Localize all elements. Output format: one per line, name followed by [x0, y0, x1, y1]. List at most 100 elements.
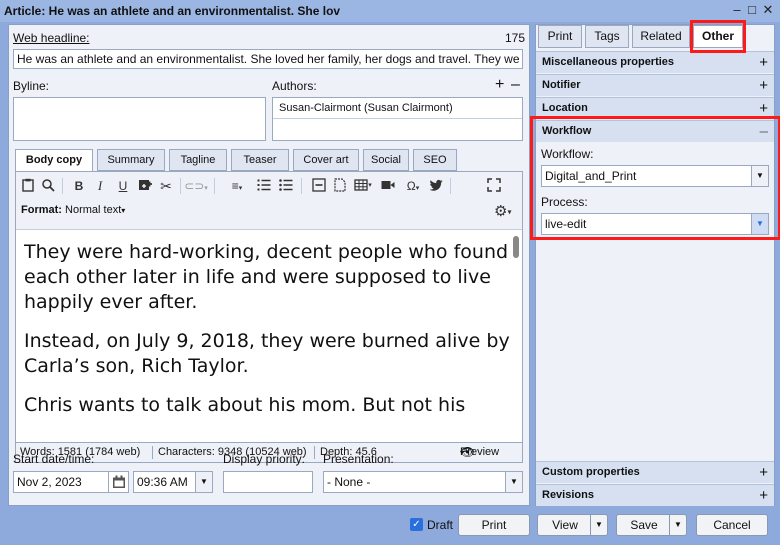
- toolbar-separator: [214, 178, 215, 194]
- special-character-icon[interactable]: Ω▾: [402, 178, 424, 194]
- preview-label: Preview: [460, 446, 500, 458]
- view-dropdown-chevron-icon[interactable]: ▼: [590, 515, 607, 535]
- other-tab-highlight: [690, 20, 746, 53]
- start-date-value: Nov 2, 2023: [17, 475, 82, 489]
- chevron-down-icon: ▼: [505, 472, 522, 492]
- close-icon[interactable]: ✕: [761, 3, 775, 17]
- body-paragraph: Instead, on July 9, 2018, they were burn…: [24, 330, 510, 377]
- workflow-section-highlight: [530, 116, 780, 240]
- expand-icon[interactable]: +: [759, 462, 768, 483]
- section-notifier[interactable]: Notifier +: [536, 74, 774, 96]
- video-icon[interactable]: [380, 178, 396, 194]
- section-miscellaneous-properties[interactable]: Miscellaneous properties +: [536, 51, 774, 73]
- toolbar-separator: [62, 178, 63, 194]
- save-button[interactable]: Save ▼: [616, 514, 687, 536]
- start-time-select[interactable]: 09:36 AM ▼: [133, 471, 213, 493]
- body-copy-content[interactable]: They were hard-working, decent people wh…: [24, 240, 510, 440]
- tab-teaser[interactable]: Teaser: [231, 149, 289, 171]
- tab-related[interactable]: Related: [632, 25, 690, 48]
- authors-label: Authors:: [272, 79, 317, 93]
- cancel-button[interactable]: Cancel: [696, 514, 768, 536]
- properties-panel: Print Tags Related Other Miscellaneous p…: [535, 24, 775, 506]
- bold-icon[interactable]: B: [71, 178, 87, 194]
- status-divider: [152, 446, 153, 459]
- web-headline-input[interactable]: He was an athlete and an environmentalis…: [13, 49, 523, 69]
- section-title: Custom properties: [542, 466, 640, 478]
- expand-icon[interactable]: +: [759, 485, 768, 506]
- format-label: Format:: [21, 204, 62, 216]
- authors-list[interactable]: Susan-Clairmont (Susan Clairmont): [272, 97, 523, 141]
- expand-icon[interactable]: +: [759, 52, 768, 73]
- settings-gear-icon[interactable]: ⚙▾: [494, 202, 511, 220]
- table-dropdown-icon[interactable]: ▾: [352, 178, 374, 194]
- section-title: Miscellaneous properties: [542, 56, 675, 68]
- article-window: Article: He was an athlete and an enviro…: [0, 0, 780, 545]
- tab-print[interactable]: Print: [538, 25, 582, 48]
- page-break-icon[interactable]: [332, 178, 348, 194]
- draft-checkbox[interactable]: ✓: [410, 518, 423, 531]
- tab-cover-art[interactable]: Cover art: [293, 149, 359, 171]
- body-paragraph: Chris wants to talk about his mom. But n…: [24, 394, 466, 416]
- byline-label: Byline:: [13, 79, 50, 93]
- remove-author-icon[interactable]: –: [511, 76, 520, 94]
- expand-icon[interactable]: +: [759, 75, 768, 96]
- title-bar[interactable]: Article: He was an athlete and an enviro…: [0, 0, 780, 22]
- calendar-icon[interactable]: [108, 472, 128, 492]
- horizontal-rule-icon[interactable]: [311, 178, 327, 194]
- presentation-select[interactable]: - None - ▼: [323, 471, 523, 493]
- insert-link-icon[interactable]: [137, 178, 153, 194]
- section-title: Revisions: [542, 489, 594, 501]
- add-author-icon[interactable]: +: [495, 76, 504, 94]
- view-button-label: View: [552, 518, 578, 532]
- tab-tags[interactable]: Tags: [585, 25, 629, 48]
- chevron-down-icon: ▼: [195, 472, 212, 492]
- cut-icon[interactable]: ✂: [158, 178, 174, 194]
- display-priority-label: Display priority:: [223, 452, 306, 466]
- italic-icon[interactable]: I: [92, 178, 108, 194]
- start-time-value: 09:36 AM: [137, 475, 188, 489]
- tab-body-copy[interactable]: Body copy: [15, 149, 93, 172]
- article-editor-panel: Web headline: 175 He was an athlete and …: [8, 24, 530, 506]
- maximize-icon[interactable]: □: [745, 3, 759, 17]
- tab-tagline[interactable]: Tagline: [169, 149, 227, 171]
- minimize-icon[interactable]: –: [730, 3, 744, 17]
- section-title: Location: [542, 102, 588, 114]
- find-replace-icon[interactable]: [40, 178, 56, 194]
- twitter-icon[interactable]: [428, 178, 444, 194]
- toolbar-separator: [301, 178, 302, 194]
- section-title: Notifier: [542, 79, 581, 91]
- paste-icon[interactable]: [20, 178, 36, 194]
- link-dropdown-icon[interactable]: ⊂⊃▾: [184, 178, 208, 194]
- start-date-input[interactable]: Nov 2, 2023: [13, 471, 129, 493]
- format-dropdown[interactable]: Format: Normal text▾: [21, 204, 125, 216]
- presentation-value: - None -: [327, 475, 371, 489]
- align-dropdown-icon[interactable]: ≡▾: [226, 178, 248, 194]
- numbered-list-icon[interactable]: [256, 178, 272, 194]
- author-entry[interactable]: Susan-Clairmont (Susan Clairmont): [279, 102, 453, 114]
- fullscreen-icon[interactable]: [486, 178, 502, 194]
- tab-seo[interactable]: SEO: [413, 149, 457, 171]
- underline-icon[interactable]: U: [115, 178, 131, 194]
- save-dropdown-chevron-icon[interactable]: ▼: [669, 515, 686, 535]
- body-copy-editor: B I U ✂ ⊂⊃▾ ≡▾ ▾ Ω▾ Format: Normal text▾…: [15, 171, 523, 443]
- display-priority-input[interactable]: [223, 471, 313, 493]
- section-custom-properties[interactable]: Custom properties +: [536, 461, 774, 483]
- bullet-list-icon[interactable]: [278, 178, 294, 194]
- start-datetime-label: Start date/time:: [13, 452, 95, 466]
- omega-glyph: Ω: [406, 179, 416, 193]
- byline-input[interactable]: [13, 97, 266, 141]
- format-caret-icon: ▾: [121, 206, 126, 215]
- editor-scrollbar-thumb[interactable]: [513, 236, 519, 258]
- body-paragraph: They were hard-working, decent people wh…: [24, 241, 509, 313]
- authors-divider: [273, 118, 522, 119]
- dialog-footer: ✓ Draft Print View ▼ Save ▼ Cancel: [0, 508, 780, 545]
- section-revisions[interactable]: Revisions +: [536, 484, 774, 506]
- draft-label: Draft: [427, 518, 454, 532]
- status-divider: [314, 446, 315, 459]
- tab-social[interactable]: Social: [363, 149, 409, 171]
- toolbar-separator: [180, 178, 181, 194]
- view-button[interactable]: View ▼: [537, 514, 608, 536]
- tab-summary[interactable]: Summary: [97, 149, 165, 171]
- print-button[interactable]: Print: [458, 514, 530, 536]
- toolbar-separator: [450, 178, 451, 194]
